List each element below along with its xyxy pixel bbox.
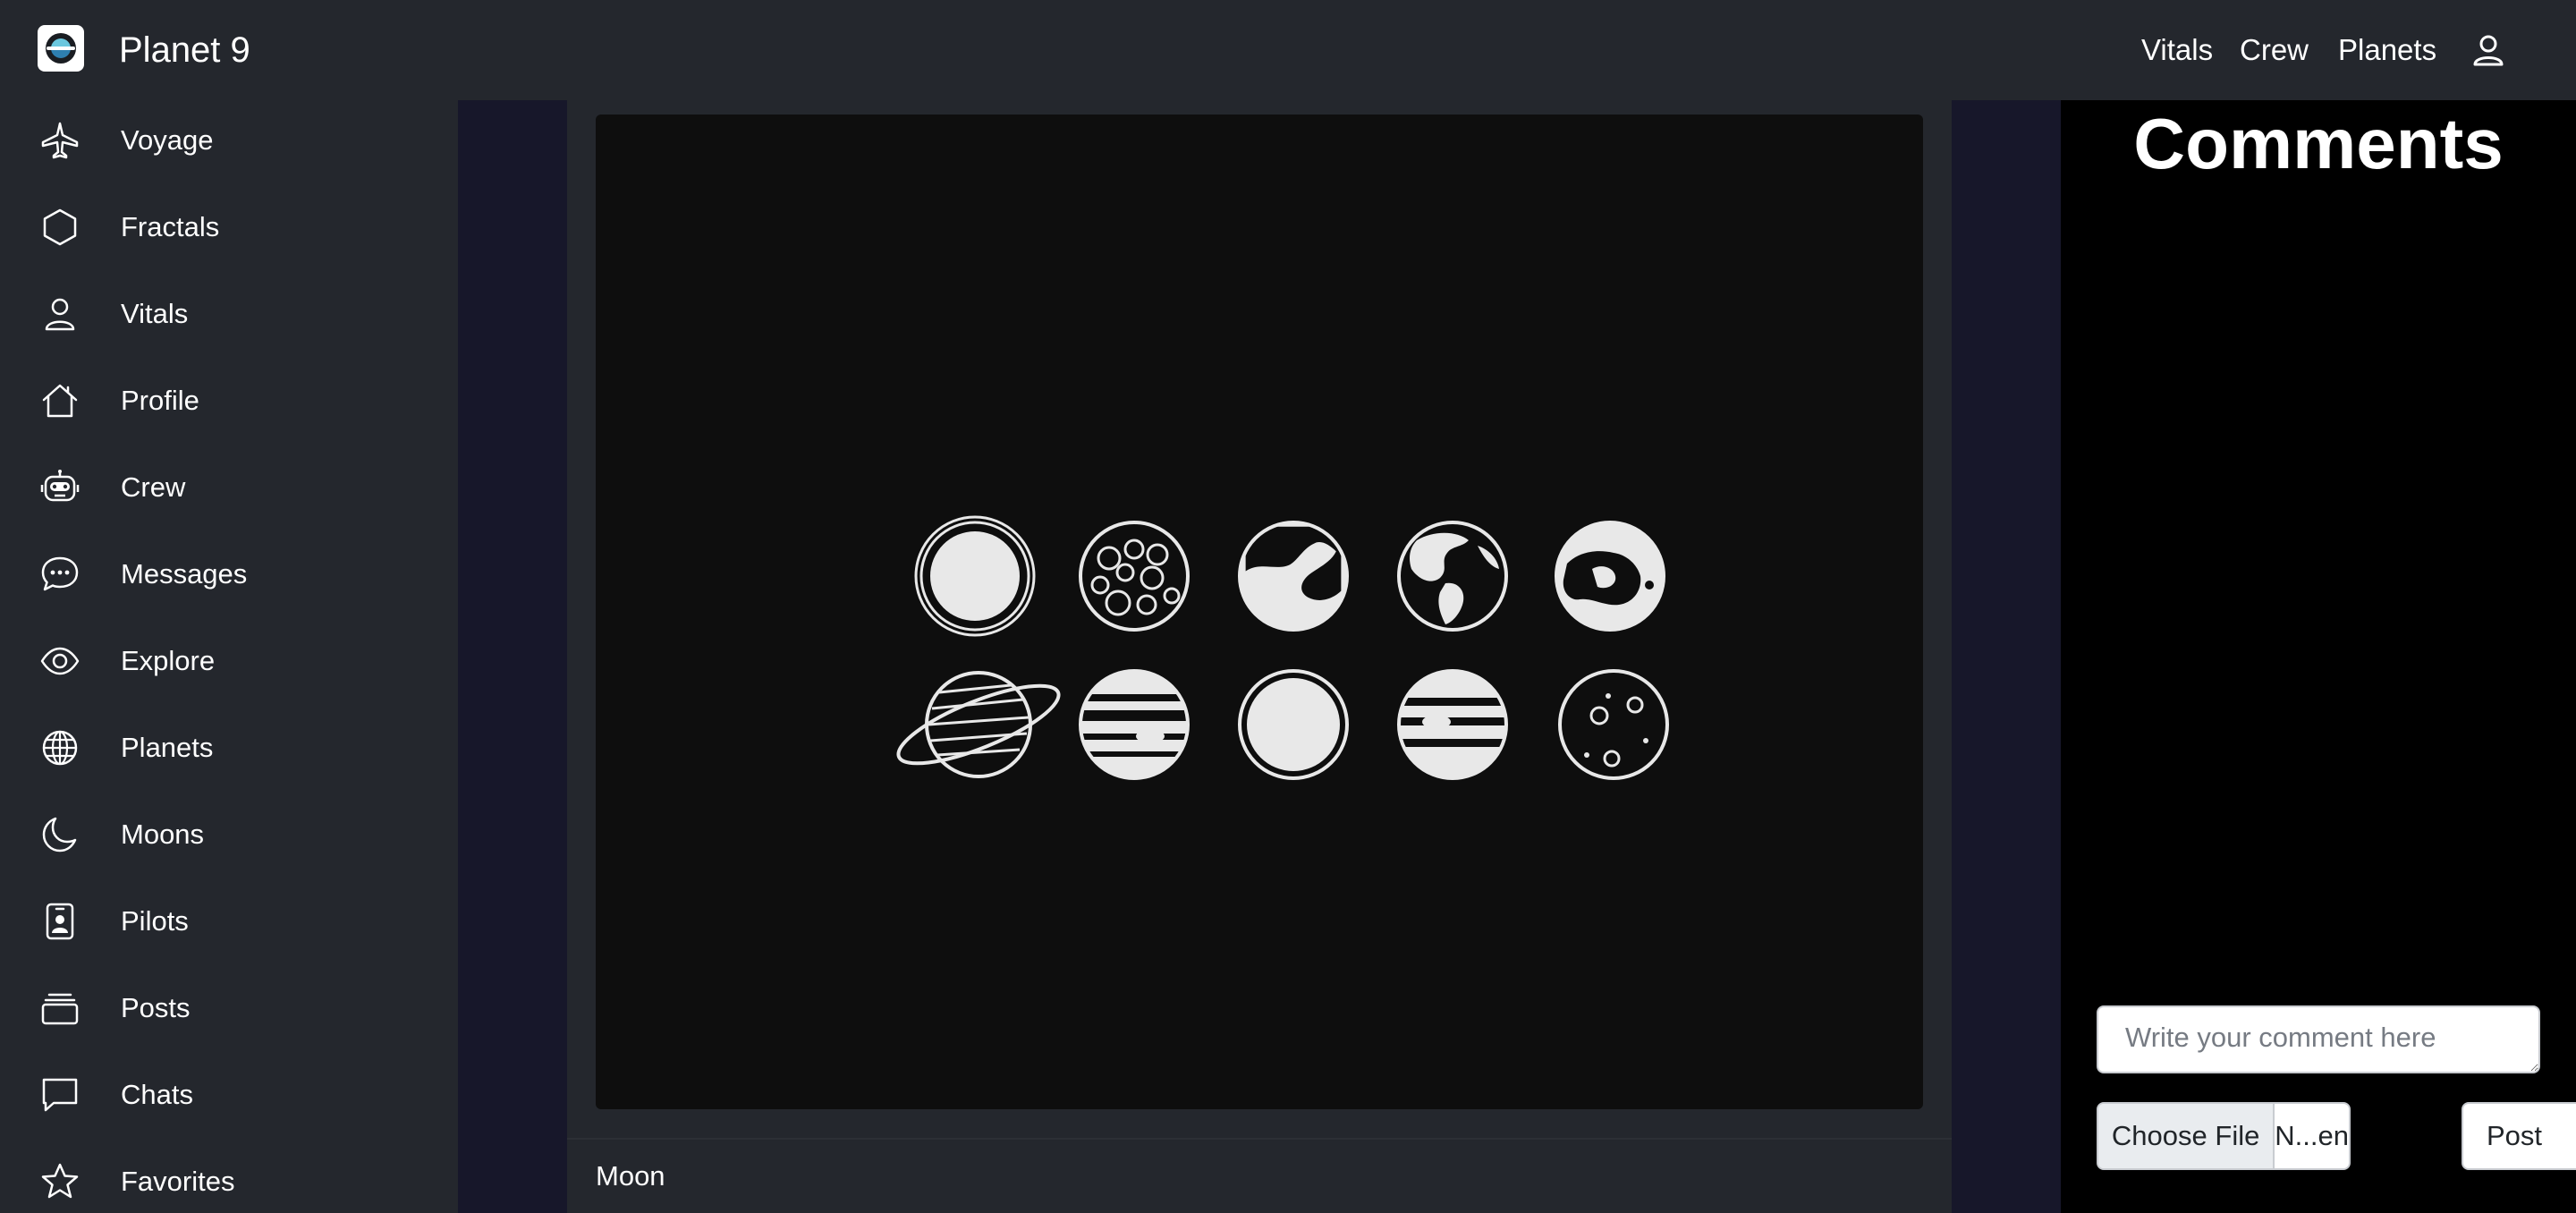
choose-file-button[interactable]: Choose File [2098,1104,2275,1168]
chat-dots-icon [41,556,79,591]
left-gutter [458,100,567,1213]
post-caption: Moon [596,1160,665,1192]
sidebar: Voyage Fractals Vitals Profile Crew Mess… [0,100,458,1213]
comments-panel: Comments Choose File N...en Post [2061,100,2576,1213]
planet-logo-icon[interactable] [38,25,84,72]
sidebar-item-label: Crew [121,471,186,503]
user-account-icon[interactable] [2470,32,2506,68]
sidebar-item-label: Posts [121,992,191,1023]
sidebar-item-posts[interactable]: Posts [0,968,458,1048]
moon-icon [42,817,77,852]
collection-icon [41,993,79,1025]
sidebar-item-label: Profile [121,385,199,416]
file-input[interactable]: Choose File N...en [2097,1102,2351,1170]
sidebar-item-messages[interactable]: Messages [0,534,458,615]
sidebar-item-label: Favorites [121,1166,235,1197]
airplane-icon [41,122,79,159]
robot-icon [40,470,80,502]
globe-icon [42,730,78,766]
sidebar-item-explore[interactable]: Explore [0,621,458,701]
topnav-planets[interactable]: Planets [2338,27,2436,73]
planet-cratered [1079,521,1190,632]
sidebar-item-vitals[interactable]: Vitals [0,274,458,354]
sidebar-item-label: Moons [121,819,205,850]
card-divider [567,1138,1952,1140]
badge-icon [46,903,74,940]
right-gutter [1952,100,2061,1213]
file-name-label: N...en [2275,1120,2349,1151]
post-comment-button[interactable]: Post [2462,1102,2576,1170]
post-card: Moon [567,100,1952,1213]
hexagon-icon [43,208,77,246]
sidebar-item-label: Explore [121,645,216,676]
sidebar-item-fractals[interactable]: Fractals [0,187,458,267]
post-image[interactable] [596,115,1923,1109]
house-icon [42,384,78,418]
sidebar-item-label: Planets [121,732,214,763]
comments-title: Comments [2133,104,2504,183]
comment-input[interactable] [2097,1005,2540,1073]
sidebar-item-voyage[interactable]: Voyage [0,100,458,181]
sidebar-item-label: Chats [121,1079,193,1110]
planet-jupiter [1079,669,1190,780]
sidebar-item-planets[interactable]: Planets [0,708,458,788]
planet-earth [1397,521,1508,632]
planet-continents [1238,521,1349,632]
sidebar-item-crew[interactable]: Crew [0,447,458,528]
planets-illustration [896,515,1669,780]
sidebar-item-profile[interactable]: Profile [0,361,458,441]
sidebar-item-moons[interactable]: Moons [0,794,458,875]
planet-sun [914,515,1036,637]
sidebar-item-favorites[interactable]: Favorites [0,1141,458,1213]
sidebar-item-chats[interactable]: Chats [0,1055,458,1135]
brand-name[interactable]: Planet 9 [119,25,250,75]
chat-square-icon [42,1078,78,1112]
planet-saturn [896,671,1061,778]
person-icon [45,298,75,331]
sidebar-item-label: Fractals [121,211,220,242]
sidebar-item-label: Pilots [121,905,189,937]
topnav-vitals[interactable]: Vitals [2141,27,2213,73]
topnav-crew[interactable]: Crew [2240,27,2309,73]
star-icon [41,1163,79,1199]
planet-venus [1238,669,1349,780]
planet-neptune [1397,669,1508,780]
sidebar-item-label: Messages [121,558,248,590]
top-navbar: Planet 9 Vitals Crew Planets [0,0,2576,100]
eye-icon [40,647,80,675]
sidebar-item-label: Vitals [121,298,189,329]
sidebar-item-pilots[interactable]: Pilots [0,881,458,962]
sidebar-item-label: Voyage [121,124,214,156]
planet-moon [1558,669,1669,780]
planet-mars [1555,521,1665,632]
